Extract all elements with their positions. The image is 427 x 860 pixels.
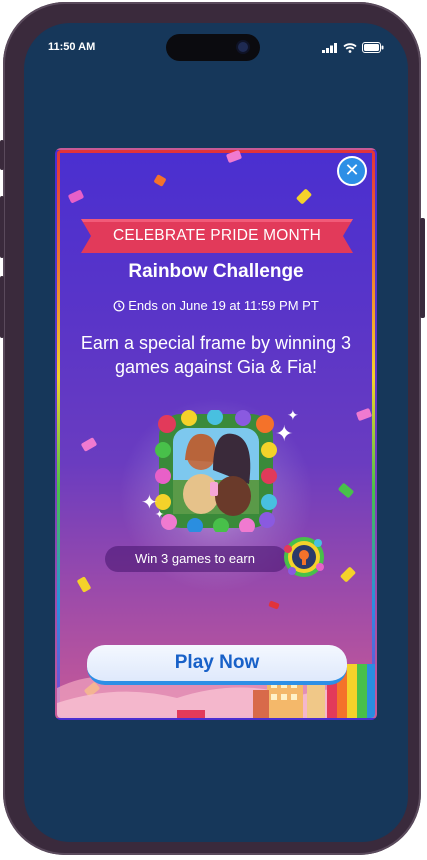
- earn-label: Win 3 games to earn: [105, 546, 287, 572]
- screen: 11:50 AM ✕ CELEBRATE PRIDE MONTH Rainbow…: [24, 23, 408, 842]
- challenge-modal: ✕ CELEBRATE PRIDE MONTH Rainbow Challeng…: [55, 148, 377, 720]
- close-button[interactable]: ✕: [337, 156, 367, 186]
- side-button: [420, 218, 425, 318]
- frame-art-image: [155, 410, 277, 532]
- confetti: [355, 407, 373, 422]
- end-date: Ends on June 19 at 11:59 PM PT: [57, 298, 375, 313]
- wifi-icon: [343, 42, 357, 53]
- signal-icon: [322, 42, 337, 53]
- camera-icon: [238, 42, 248, 52]
- play-now-button[interactable]: Play Now: [87, 645, 347, 685]
- phone-frame: 11:50 AM ✕ CELEBRATE PRIDE MONTH Rainbow…: [3, 2, 421, 855]
- dynamic-island: [166, 34, 260, 61]
- badge-icon: [284, 537, 324, 577]
- confetti: [268, 600, 280, 610]
- pride-ribbon: CELEBRATE PRIDE MONTH: [81, 219, 353, 253]
- confetti: [76, 576, 92, 593]
- confetti: [295, 188, 313, 205]
- ribbon-text: CELEBRATE PRIDE MONTH: [112, 227, 322, 244]
- status-bar: 11:50 AM: [24, 23, 408, 73]
- close-icon: ✕: [344, 160, 360, 181]
- side-button: [0, 276, 4, 338]
- clock-icon: [113, 300, 125, 311]
- confetti: [339, 566, 357, 583]
- side-button: [0, 140, 4, 170]
- battery-icon: [362, 42, 384, 53]
- confetti: [337, 482, 355, 499]
- status-time: 11:50 AM: [48, 41, 96, 53]
- status-icons: [322, 42, 384, 53]
- end-date-text: Ends on June 19 at 11:59 PM PT: [128, 298, 319, 313]
- confetti: [80, 437, 98, 452]
- sparkle-icon: ✦: [275, 422, 294, 447]
- confetti: [153, 174, 167, 187]
- sparkle-icon: ✦: [155, 508, 165, 521]
- challenge-title: Rainbow Challenge: [128, 261, 304, 282]
- confetti: [67, 189, 85, 204]
- challenge-description: Earn a special frame by winning 3 games …: [80, 333, 352, 377]
- side-button: [0, 196, 4, 258]
